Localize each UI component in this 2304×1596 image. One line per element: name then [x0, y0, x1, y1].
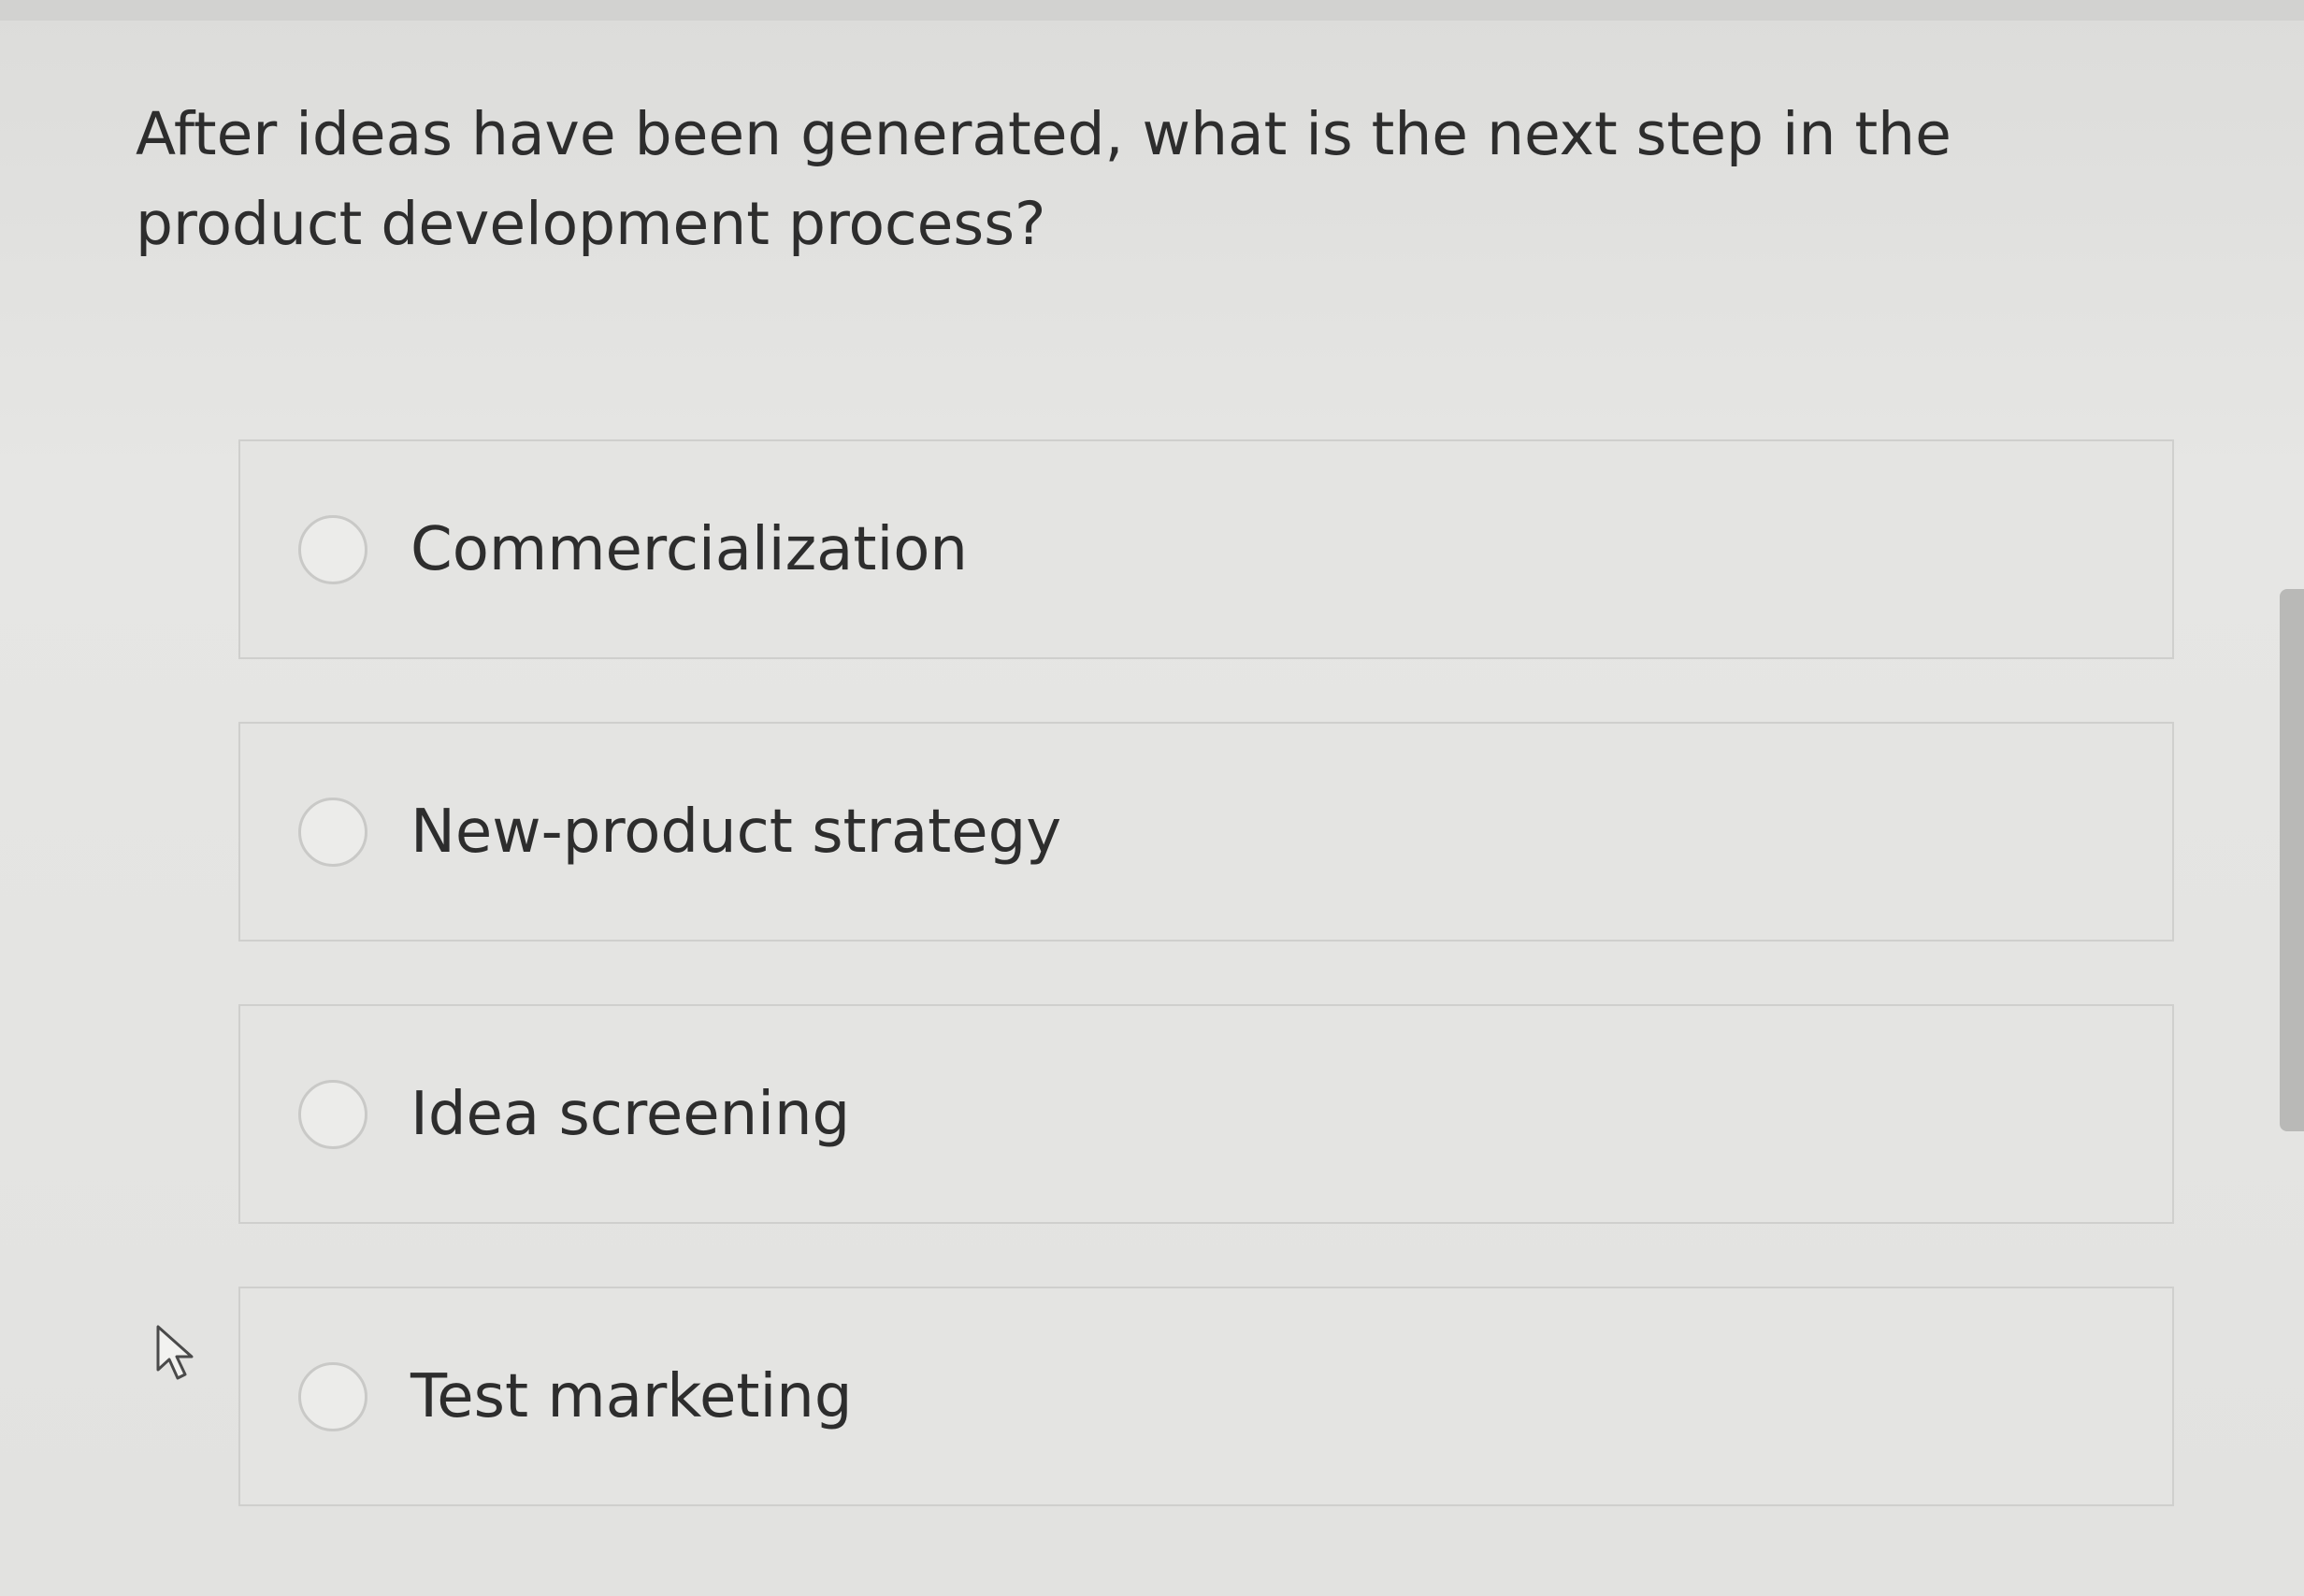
- option-label: Idea screening: [410, 1079, 851, 1149]
- option-test-marketing[interactable]: Test marketing: [238, 1287, 2174, 1506]
- radio-icon[interactable]: [298, 797, 367, 867]
- radio-icon[interactable]: [298, 1361, 367, 1431]
- radio-icon[interactable]: [298, 514, 367, 584]
- quiz-screen: After ideas have been generated, what is…: [0, 0, 2304, 1596]
- question-text: After ideas have been generated, what is…: [136, 100, 1951, 258]
- option-label: New-product strategy: [410, 797, 1062, 867]
- option-idea-screening[interactable]: Idea screening: [238, 1004, 2174, 1224]
- top-edge-strip: [0, 0, 2304, 21]
- radio-icon[interactable]: [298, 1079, 367, 1149]
- answer-options: Commercialization New-product strategy I…: [238, 439, 2174, 1515]
- option-label: Test marketing: [410, 1361, 853, 1431]
- mouse-pointer-icon: [156, 1325, 194, 1380]
- option-new-product-strategy[interactable]: New-product strategy: [238, 722, 2174, 942]
- option-label: Commercialization: [410, 514, 968, 584]
- vertical-scrollbar[interactable]: [2280, 589, 2304, 1131]
- option-commercialization[interactable]: Commercialization: [238, 439, 2174, 659]
